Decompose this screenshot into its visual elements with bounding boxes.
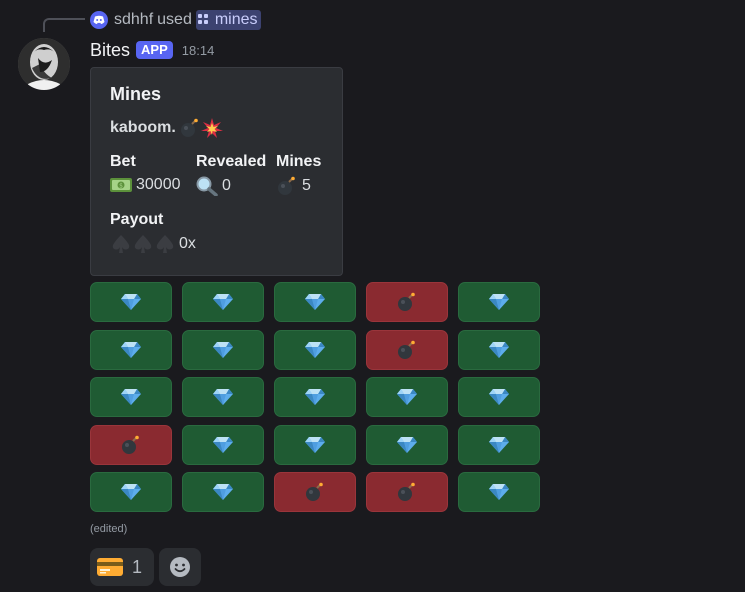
money-icon: $ [110, 176, 132, 194]
board-tile-bomb[interactable] [274, 472, 356, 512]
board-tile-gem[interactable] [90, 472, 172, 512]
field-mines-name: Mines [276, 153, 322, 170]
svg-text:$: $ [119, 183, 123, 190]
field-revealed-name: Revealed [196, 153, 267, 170]
gem-icon [305, 341, 325, 359]
board-tile-bomb[interactable] [366, 472, 448, 512]
gem-icon [489, 388, 509, 406]
field-bet-name: Bet [110, 153, 136, 170]
board-tile-gem[interactable] [274, 282, 356, 322]
bomb-icon [120, 435, 142, 455]
field-bet-value-row: $ 30000 [110, 176, 181, 194]
command-name: mines [214, 11, 258, 28]
board-tile-gem[interactable] [90, 377, 172, 417]
used-label: used [157, 11, 192, 28]
gem-icon [121, 483, 141, 501]
board-tile-gem[interactable] [274, 424, 356, 465]
mines-board [90, 282, 540, 512]
gem-icon [213, 436, 233, 454]
board-tile-gem[interactable] [182, 472, 264, 512]
bomb-icon [396, 340, 418, 360]
board-tile-gem[interactable] [182, 282, 264, 322]
board-tile-gem[interactable] [274, 329, 356, 370]
credit-card-icon [97, 557, 123, 577]
board-tile-gem[interactable] [90, 282, 172, 322]
gem-icon [121, 293, 141, 311]
gem-icon [305, 388, 325, 406]
gem-icon [397, 436, 417, 454]
slash-command-icon [197, 14, 210, 26]
gem-icon [213, 483, 233, 501]
bomb-icon [304, 482, 326, 502]
explosion-icon [200, 118, 223, 138]
gem-icon [213, 341, 233, 359]
gem-icon [489, 436, 509, 454]
board-tile-gem[interactable] [182, 377, 264, 417]
board-tile-gem[interactable] [274, 377, 356, 417]
add-reaction-button[interactable] [159, 548, 201, 586]
gem-icon [121, 341, 141, 359]
board-tile-gem[interactable] [458, 329, 540, 370]
field-revealed-value-row: 0 [196, 176, 231, 196]
field-revealed-value: 0 [222, 177, 231, 194]
bomb-icon [276, 176, 298, 196]
board-tile-gem[interactable] [366, 424, 448, 465]
bomb-icon [396, 482, 418, 502]
reply-connector [43, 18, 85, 32]
bomb-icon [396, 292, 418, 312]
discord-message-view: sdhhf used mines Bites APP 18:14 Mines k… [0, 0, 745, 592]
spade-icon [110, 234, 176, 254]
app-badge: APP [136, 41, 173, 59]
bot-avatar[interactable] [18, 38, 70, 90]
gem-icon [397, 388, 417, 406]
field-payout-name: Payout [110, 211, 164, 228]
bomb-icon [179, 118, 201, 138]
gem-icon [305, 293, 325, 311]
reaction-count: 1 [132, 556, 143, 577]
embed-title: Mines [110, 84, 162, 104]
field-mines-value: 5 [302, 177, 311, 194]
command-user-name[interactable]: sdhhf [114, 11, 153, 29]
field-mines-value-row: 5 [276, 176, 311, 196]
gem-icon [121, 388, 141, 406]
gem-icon [213, 293, 233, 311]
magnifier-icon [196, 176, 218, 196]
edited-label: (edited) [90, 523, 128, 535]
smiley-icon [169, 556, 191, 578]
bot-name[interactable]: Bites [90, 40, 130, 61]
mines-embed: Mines kaboom. Bet $ 30000 Revealed 0 Min… [90, 67, 343, 276]
board-tile-gem[interactable] [90, 329, 172, 370]
board-tile-gem[interactable] [458, 282, 540, 322]
board-tile-gem[interactable] [366, 377, 448, 417]
command-usage-line: sdhhf used mines [90, 9, 261, 31]
board-tile-bomb[interactable] [366, 282, 448, 322]
board-tile-gem[interactable] [182, 329, 264, 370]
board-tile-gem[interactable] [458, 424, 540, 465]
field-bet-value: 30000 [136, 176, 181, 193]
reaction-credit-card[interactable]: 1 [90, 548, 154, 586]
field-payout-value-row: 0x [110, 234, 196, 254]
field-payout-value: 0x [179, 235, 196, 252]
user-avatar-icon[interactable] [90, 11, 108, 29]
board-tile-gem[interactable] [182, 424, 264, 465]
board-tile-gem[interactable] [458, 377, 540, 417]
message-header: Bites APP 18:14 [90, 38, 214, 62]
embed-description: kaboom. [110, 118, 223, 138]
gem-icon [489, 341, 509, 359]
description-text: kaboom. [110, 119, 176, 136]
board-tile-bomb[interactable] [90, 424, 172, 465]
board-tile-gem[interactable] [458, 472, 540, 512]
gem-icon [305, 436, 325, 454]
message-timestamp[interactable]: 18:14 [182, 43, 215, 58]
board-tile-bomb[interactable] [366, 329, 448, 370]
gem-icon [489, 293, 509, 311]
command-chip[interactable]: mines [195, 10, 261, 30]
gem-icon [489, 483, 509, 501]
gem-icon [213, 388, 233, 406]
